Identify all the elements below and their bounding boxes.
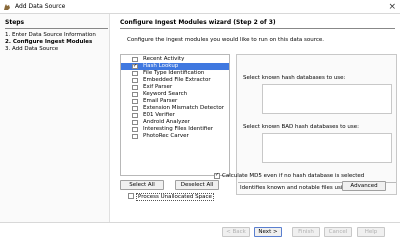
title-bar: Add Data Source × xyxy=(0,0,400,14)
module-checkbox[interactable] xyxy=(132,120,138,125)
module-item[interactable]: Keyword Search xyxy=(121,91,229,98)
module-label: Embedded File Extractor xyxy=(143,77,211,83)
wizard-title-divider xyxy=(120,28,395,29)
module-item[interactable]: Embedded File Extractor xyxy=(121,77,229,84)
wizard-description: Configure the ingest modules you would l… xyxy=(127,37,324,43)
module-item[interactable]: Email Parser xyxy=(121,98,229,105)
steps-header: Steps xyxy=(5,19,25,26)
module-label: Extension Mismatch Detector xyxy=(143,105,224,111)
module-label: PhotoRec Carver xyxy=(143,133,189,139)
advanced-button[interactable]: Advanced xyxy=(342,181,386,191)
module-checkbox[interactable] xyxy=(132,63,138,70)
bad-hash-db-list[interactable] xyxy=(262,133,392,163)
known-hash-db-list[interactable] xyxy=(262,84,392,114)
wizard-step-title: Configure Ingest Modules wizard (Step 2 … xyxy=(120,19,276,26)
module-checkbox[interactable] xyxy=(132,106,138,111)
cancel-button[interactable]: Cancel xyxy=(324,227,352,237)
module-label: Hash Lookup xyxy=(143,63,179,69)
help-button[interactable]: Help xyxy=(357,227,385,237)
module-checkbox[interactable] xyxy=(132,134,138,139)
module-checkbox[interactable] xyxy=(132,78,138,83)
module-checkbox[interactable] xyxy=(132,92,138,97)
module-label: Recent Activity xyxy=(143,56,185,62)
module-item[interactable]: File Type Identification xyxy=(121,70,229,77)
module-item[interactable]: Android Analyzer xyxy=(121,119,229,126)
process-unallocated-checkbox[interactable] xyxy=(128,193,134,199)
known-hash-db-label: Select known hash databases to use: xyxy=(243,75,346,81)
finish-button[interactable]: Finish xyxy=(292,227,320,237)
module-checkbox[interactable] xyxy=(132,127,138,132)
wizard-footer: < Back Next > Finish Cancel Help xyxy=(0,222,400,240)
calculate-md5-checkbox[interactable] xyxy=(214,172,220,179)
module-label: Email Parser xyxy=(143,98,178,104)
step-item-3: 3. Add Data Source xyxy=(5,46,59,52)
module-label: Exif Parser xyxy=(143,84,173,90)
deselect-all-button[interactable]: Deselect All xyxy=(175,180,219,190)
select-all-button[interactable]: Select All xyxy=(120,180,164,190)
next-button[interactable]: Next > xyxy=(254,227,282,237)
process-unallocated-label: Process Unallocated Space xyxy=(136,193,214,201)
module-checkbox[interactable] xyxy=(132,71,138,76)
module-item[interactable]: Hash Lookup xyxy=(121,63,229,70)
step-item-2: 2. Configure Ingest Modules xyxy=(5,39,93,45)
autopsy-dog-icon xyxy=(4,4,10,10)
module-label: File Type Identification xyxy=(143,70,205,76)
bad-hash-db-label: Select known BAD hash databases to use: xyxy=(243,124,359,130)
module-checkbox[interactable] xyxy=(132,85,138,90)
module-checkbox[interactable] xyxy=(132,57,138,62)
window-title: Add Data Source xyxy=(15,3,66,10)
module-item[interactable]: PhotoRec Carver xyxy=(121,133,229,140)
calculate-md5-label: Calculate MD5 even if no hash database i… xyxy=(222,173,365,179)
back-button[interactable]: < Back xyxy=(222,227,250,237)
wizard-content: Configure Ingest Modules wizard (Step 2 … xyxy=(110,14,400,222)
module-label: Interesting Files Identifier xyxy=(143,126,214,132)
module-checkbox[interactable] xyxy=(132,99,138,104)
step-item-1: 1. Enter Data Source Information xyxy=(5,32,96,38)
steps-divider xyxy=(5,28,108,29)
steps-list: 1. Enter Data Source Information 2. Conf… xyxy=(5,32,96,53)
module-item[interactable]: E01 Verifier xyxy=(121,112,229,119)
steps-panel: Steps 1. Enter Data Source Information 2… xyxy=(0,14,110,222)
close-icon[interactable]: × xyxy=(388,1,396,13)
module-label: Keyword Search xyxy=(143,91,188,97)
module-checkbox[interactable] xyxy=(132,113,138,118)
ingest-module-list[interactable]: Recent ActivityHash LookupFile Type Iden… xyxy=(120,54,230,176)
module-item[interactable]: Exif Parser xyxy=(121,84,229,91)
module-item[interactable]: Recent Activity xyxy=(121,56,229,63)
module-item[interactable]: Interesting Files Identifier xyxy=(121,126,229,133)
module-label: E01 Verifier xyxy=(143,112,175,118)
module-description: Identifies known and notable files using… xyxy=(240,185,357,191)
module-label: Android Analyzer xyxy=(143,119,190,125)
module-item[interactable]: Extension Mismatch Detector xyxy=(121,105,229,112)
